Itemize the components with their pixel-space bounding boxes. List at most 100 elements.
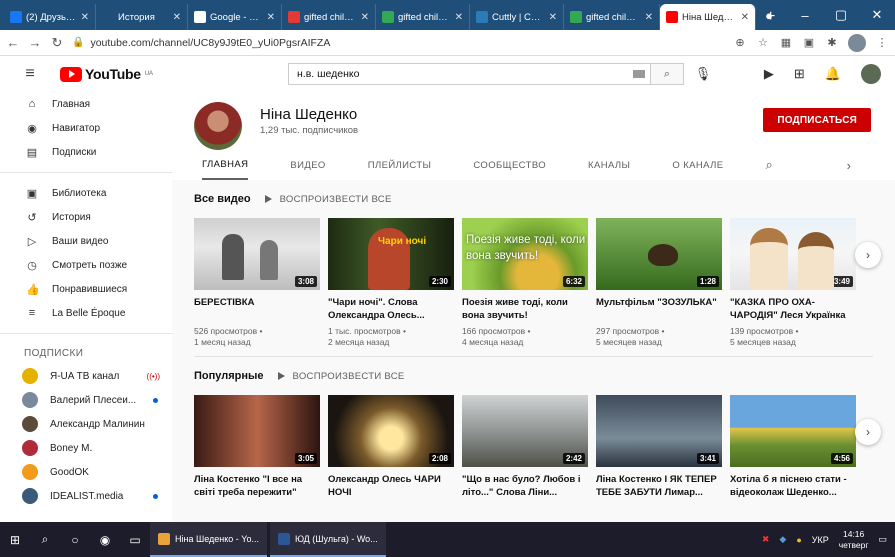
video-thumbnail[interactable]: 3:08 [194, 218, 320, 290]
video-card[interactable]: 2:42 "Що в нас було? Любов і літо..." Сло… [462, 395, 588, 499]
extension-icon[interactable]: ▦ [779, 36, 793, 50]
notifications-bell-icon[interactable]: 🔔 [825, 66, 841, 82]
browser-tab[interactable]: Cuttly | Служб ✕ [470, 4, 564, 30]
browser-tab[interactable]: gifted children ✕ [376, 4, 470, 30]
channel-tab[interactable]: ПЛЕЙЛИСТЫ [368, 150, 432, 180]
browser-tab[interactable]: gifted children ✕ [282, 4, 376, 30]
clock[interactable]: 14:16 четверг [839, 529, 869, 551]
close-tab-icon[interactable]: ✕ [455, 12, 463, 23]
profile-avatar[interactable] [848, 33, 866, 52]
menu-dots-icon[interactable]: ⋮ [875, 36, 889, 50]
app-icon[interactable]: ◉ [90, 522, 120, 557]
account-avatar[interactable] [861, 64, 881, 84]
tabs-next-icon[interactable]: › [847, 158, 851, 173]
browser-tab[interactable]: Google - Mov ✕ [188, 4, 282, 30]
close-tab-icon[interactable]: ✕ [741, 12, 749, 23]
sidebar-item[interactable]: ↺ История [0, 205, 172, 229]
video-title[interactable]: Ліна Костенко І ЯК ТЕПЕР ТЕБЕ ЗАБУТИ Лим… [596, 473, 722, 499]
video-title[interactable]: Хотіла б я піснею стати - відеоколаж Шед… [730, 473, 856, 499]
start-windows-icon[interactable]: ⊞ [0, 522, 30, 557]
browser-tab[interactable]: (2) Друзья | Fa ✕ [4, 4, 96, 30]
carousel-next-icon[interactable]: › [855, 242, 881, 268]
search-button[interactable]: ⌕ [650, 63, 684, 85]
channel-avatar[interactable] [194, 102, 242, 150]
video-title[interactable]: Ліна Костенко "І все на світі треба пере… [194, 473, 320, 499]
subscribe-button[interactable]: ПОДПИСАТЬСЯ [763, 108, 871, 132]
sidebar-item[interactable]: ▤ Подписки [0, 140, 172, 164]
maximize-button[interactable]: ▢ [823, 7, 859, 23]
browser-tab[interactable]: Ніна Шеденко ✕ [660, 4, 756, 30]
video-card[interactable]: 4:56 Хотіла б я піснею стати - відеоколаж… [730, 395, 856, 499]
bookmark-star-icon[interactable]: ☆ [756, 36, 770, 50]
url-field[interactable]: 🔒 youtube.com/channel/UC8y9J9tE0_yUi0Pgs… [72, 37, 725, 49]
puzzle-icon[interactable]: ✱ [825, 36, 839, 50]
play-all-button[interactable]: ВОСПРОИЗВЕСТИ ВСЕ [277, 371, 405, 382]
video-thumbnail[interactable]: 2:08 [328, 395, 454, 467]
video-card[interactable]: 3:41 Ліна Костенко І ЯК ТЕПЕР ТЕБЕ ЗАБУТИ… [596, 395, 722, 499]
profile-indicator[interactable]: ● [751, 8, 787, 23]
video-card[interactable]: Поезія живе тоді, коли вона звучить! 6:32… [462, 218, 588, 348]
cortana-icon[interactable]: ○ [60, 522, 90, 557]
create-video-icon[interactable]: ▶ [764, 66, 774, 82]
hamburger-menu-icon[interactable]: ≡ [0, 65, 60, 83]
subscription-item[interactable]: Boney M. [0, 436, 172, 460]
extension-icon[interactable]: ▣ [802, 36, 816, 50]
channel-tab[interactable]: О КАНАЛЕ [672, 150, 723, 180]
video-title[interactable]: БЕРЕСТІВКА [194, 296, 320, 322]
language-indicator[interactable]: УКР [812, 535, 829, 545]
channel-search-icon[interactable]: ⌕ [765, 157, 772, 173]
close-tab-icon[interactable]: ✕ [81, 12, 89, 23]
video-title[interactable]: "Що в нас було? Любов і літо..." Слова Л… [462, 473, 588, 499]
video-thumbnail[interactable]: Поезія живе тоді, коли вона звучить! 6:32 [462, 218, 588, 290]
youtube-logo[interactable]: YouTube UA [60, 66, 230, 82]
sidebar-item[interactable]: 👍 Понравившиеся [0, 277, 172, 301]
tray-app-icon[interactable]: ● [796, 535, 801, 545]
subscription-item[interactable]: GoodOK [0, 460, 172, 484]
keyboard-icon[interactable] [628, 63, 650, 85]
carousel-next-icon[interactable]: › [855, 419, 881, 445]
back-icon[interactable]: ← [6, 35, 20, 50]
search-icon[interactable]: ⌕ [30, 522, 60, 557]
video-card[interactable]: 2:08 Олександр Олесь ЧАРИ НОЧІ [328, 395, 454, 499]
video-thumbnail[interactable]: 2:42 [462, 395, 588, 467]
sidebar-item[interactable]: ◉ Навигатор [0, 116, 172, 140]
minimize-button[interactable]: – [787, 8, 823, 23]
sidebar-item[interactable]: ◷ Смотреть позже [0, 253, 172, 277]
video-title[interactable]: "Чари ночі". Слова Олександра Олесь... [328, 296, 454, 322]
microphone-icon[interactable]: 🎙 [690, 66, 716, 82]
close-window-button[interactable]: ✕ [859, 7, 895, 23]
search-input[interactable] [288, 63, 628, 85]
close-tab-icon[interactable]: ✕ [173, 12, 181, 23]
video-card[interactable]: 1:28 Мультфільм "ЗОЗУЛЬКА" 297 просмотров … [596, 218, 722, 348]
subscription-item[interactable]: Валерий Плесеи... [0, 388, 172, 412]
video-card[interactable]: Чари ночі 2:30 "Чари ночі". Слова Олександ… [328, 218, 454, 348]
channel-tab[interactable]: ГЛАВНАЯ [202, 150, 249, 180]
sidebar-item[interactable]: ▷ Ваши видео [0, 229, 172, 253]
video-title[interactable]: Мультфільм "ЗОЗУЛЬКА" [596, 296, 722, 322]
tray-app-icon[interactable]: ◆ [779, 534, 786, 545]
forward-icon[interactable]: → [28, 35, 42, 50]
close-tab-icon[interactable]: ✕ [645, 12, 653, 23]
video-thumbnail[interactable]: Чари ночі 2:30 [328, 218, 454, 290]
tray-app-icon[interactable]: ✖ [762, 534, 770, 545]
video-title[interactable]: Олександр Олесь ЧАРИ НОЧІ [328, 473, 454, 499]
notifications-icon[interactable]: ▭ [878, 534, 887, 545]
video-title[interactable]: Поезія живе тоді, коли вона звучить! [462, 296, 588, 322]
video-card[interactable]: 3:08 БЕРЕСТІВКА 526 просмотров • 1 месяц на… [194, 218, 320, 348]
video-title[interactable]: "КАЗКА ПРО ОХА-ЧАРОДІЯ" Леся Українка [730, 296, 856, 322]
video-thumbnail[interactable]: 3:05 [194, 395, 320, 467]
video-thumbnail[interactable]: 1:28 [596, 218, 722, 290]
apps-grid-icon[interactable]: ⊞ [794, 66, 805, 82]
browser-tab[interactable]: История ✕ [96, 4, 188, 30]
browser-tab[interactable]: gifted children ✕ [564, 4, 660, 30]
channel-tab[interactable]: ВИДЕО [290, 150, 325, 180]
video-thumbnail[interactable]: 4:56 [730, 395, 856, 467]
taskbar-app[interactable]: Ніна Шеденко - Yo... [150, 522, 267, 557]
translate-icon[interactable]: ⊕ [733, 36, 747, 50]
sidebar-item[interactable]: ▣ Библиотека [0, 181, 172, 205]
video-card[interactable]: 3:05 Ліна Костенко "І все на світі треба … [194, 395, 320, 499]
file-explorer-icon[interactable]: ▭ [120, 522, 150, 557]
shelf-title[interactable]: Все видео [194, 193, 251, 205]
video-thumbnail[interactable]: 3:41 [596, 395, 722, 467]
close-tab-icon[interactable]: ✕ [267, 12, 275, 23]
